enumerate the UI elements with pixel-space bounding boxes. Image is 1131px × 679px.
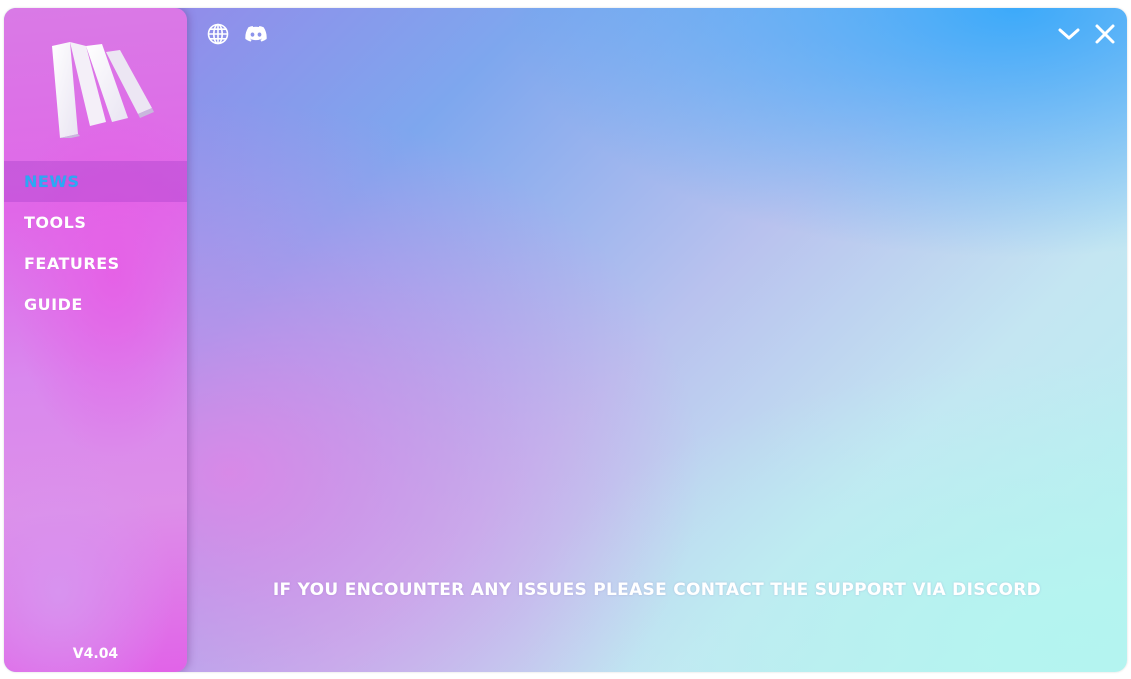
version-label: V4.04: [72, 646, 119, 662]
sidebar-item-features[interactable]: FEATURES: [4, 243, 187, 284]
globe-icon[interactable]: [206, 22, 230, 46]
sidebar-item-guide[interactable]: GUIDE: [4, 284, 187, 325]
support-message: IF YOU ENCOUNTER ANY ISSUES PLEASE CONTA…: [272, 580, 1042, 600]
sidebar: NEWS TOOLS FEATURES GUIDE V4.04: [4, 8, 187, 672]
minimize-chevron-icon[interactable]: [1057, 22, 1081, 46]
window-controls: [1057, 22, 1117, 46]
sidebar-item-news[interactable]: NEWS: [4, 161, 187, 202]
sidebar-item-tools[interactable]: TOOLS: [4, 202, 187, 243]
close-icon[interactable]: [1093, 22, 1117, 46]
sidebar-nav: NEWS TOOLS FEATURES GUIDE: [4, 161, 187, 325]
discord-icon[interactable]: [244, 22, 268, 46]
app-window: NEWS TOOLS FEATURES GUIDE V4.04 IF YOU E…: [4, 8, 1127, 672]
app-logo: [52, 42, 154, 138]
header-icons: [206, 22, 268, 46]
